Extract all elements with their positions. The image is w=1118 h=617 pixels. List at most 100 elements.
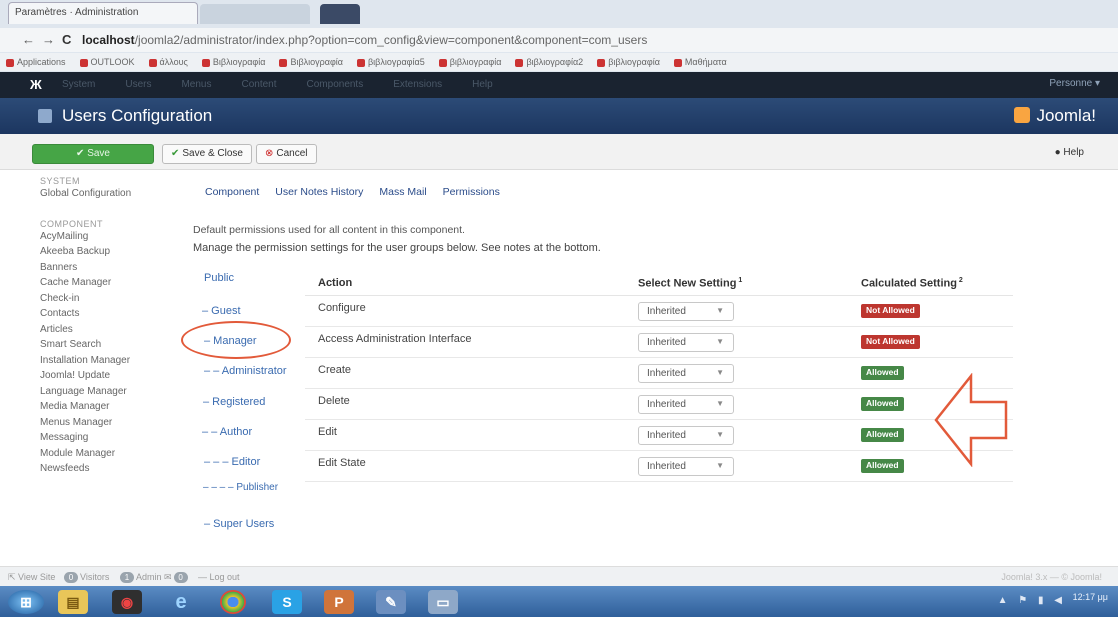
tab-item[interactable]: Mass Mail bbox=[379, 186, 426, 198]
bookmark-item[interactable]: βιβλιογραφία5 bbox=[356, 57, 425, 67]
bookmark-item[interactable]: βιβλιογραφία bbox=[597, 57, 660, 67]
sidebar-item[interactable]: Module Manager bbox=[40, 446, 160, 462]
sidebar-item[interactable]: AcyMailing bbox=[40, 229, 160, 245]
user-group-item[interactable]: – – Author bbox=[202, 426, 252, 438]
user-group-item[interactable]: Public bbox=[204, 272, 234, 284]
tab-item[interactable]: User Notes History bbox=[275, 186, 363, 198]
help-button[interactable]: ● Help bbox=[1047, 144, 1092, 164]
start-icon[interactable]: ⊞ bbox=[8, 590, 44, 614]
sidebar: SYSTEM Global Configuration COMPONENT Ac… bbox=[40, 176, 160, 477]
tab-item[interactable]: Component bbox=[205, 186, 259, 198]
sidebar-item[interactable]: Cache Manager bbox=[40, 275, 160, 291]
header-new-setting: Select New Setting 1 bbox=[638, 277, 743, 290]
user-group-item[interactable]: – – – Editor bbox=[204, 456, 260, 468]
sidebar-item[interactable]: Menus Manager bbox=[40, 415, 160, 431]
chevron-down-icon: ▼ bbox=[716, 306, 724, 315]
back-icon[interactable]: ← bbox=[22, 32, 35, 47]
cancel-button[interactable]: ⊗ Cancel bbox=[256, 144, 317, 164]
sidebar-item[interactable]: Installation Manager bbox=[40, 353, 160, 369]
admin-status[interactable]: 1 Admin bbox=[118, 572, 162, 583]
bookmark-item[interactable]: Βιβλιογραφία bbox=[201, 57, 265, 67]
user-group-item[interactable]: – Super Users bbox=[204, 518, 274, 530]
bookmark-icon bbox=[79, 58, 88, 67]
sidebar-item[interactable]: Articles bbox=[40, 322, 160, 338]
bookmark-item[interactable]: OUTLOOK bbox=[79, 57, 135, 67]
admin-menu-item[interactable]: Help bbox=[472, 79, 493, 90]
admin-menu-item[interactable]: Menus bbox=[181, 79, 211, 90]
user-group-item[interactable]: – Guest bbox=[202, 305, 241, 317]
forward-icon[interactable]: → bbox=[42, 32, 55, 47]
allowed-badge: Allowed bbox=[861, 428, 904, 442]
user-group-item[interactable]: – Registered bbox=[203, 396, 265, 408]
admin-menu-item[interactable]: Users bbox=[125, 79, 151, 90]
browser-tab[interactable]: Paramètres · Administration bbox=[8, 2, 198, 24]
sidebar-item[interactable]: Joomla! Update bbox=[40, 368, 160, 384]
bookmark-label: OUTLOOK bbox=[90, 57, 135, 67]
reload-icon[interactable]: C bbox=[62, 32, 71, 47]
url-text[interactable]: localhost/joomla2/administrator/index.ph… bbox=[82, 33, 647, 47]
admin-menu-item[interactable]: Content bbox=[241, 79, 276, 90]
user-group-item[interactable]: – – Administrator bbox=[204, 365, 287, 377]
bookmark-icon bbox=[148, 58, 157, 67]
annotation-circle bbox=[181, 321, 291, 359]
save-close-button[interactable]: ✔ Save & Close bbox=[162, 144, 252, 164]
system-tray[interactable]: ▲ ⚑ ▮ ◀ bbox=[998, 595, 1066, 606]
admin-menu-item[interactable]: System bbox=[62, 79, 95, 90]
sidebar-item[interactable]: Newsfeeds bbox=[40, 461, 160, 477]
setting-select[interactable]: Inherited ▼ bbox=[638, 364, 734, 383]
allowed-badge: Allowed bbox=[861, 366, 904, 380]
tab-item[interactable]: Permissions bbox=[443, 186, 500, 198]
page-header: Users Configuration Joomla! bbox=[0, 98, 1118, 134]
sidebar-item[interactable]: Messaging bbox=[40, 430, 160, 446]
admin-menu-item[interactable]: Components bbox=[307, 79, 364, 90]
tab-title: Paramètres · Administration bbox=[15, 7, 139, 18]
table-row: Access Administration Interface Inherited… bbox=[305, 327, 1013, 358]
bookmark-item[interactable]: Βιβλιογραφία bbox=[279, 57, 343, 67]
sidebar-item[interactable]: Smart Search bbox=[40, 337, 160, 353]
setting-select[interactable]: Inherited ▼ bbox=[638, 302, 734, 321]
powerpoint-icon[interactable]: P bbox=[324, 590, 354, 614]
setting-select[interactable]: Inherited ▼ bbox=[638, 457, 734, 476]
sidebar-item[interactable]: Global Configuration bbox=[40, 186, 160, 202]
joomla-logo-icon bbox=[1014, 107, 1031, 123]
setting-select[interactable]: Inherited ▼ bbox=[638, 426, 734, 445]
browser-tab-2[interactable] bbox=[200, 4, 310, 24]
user-menu[interactable]: Personne ▾ bbox=[1049, 78, 1100, 89]
allowed-badge: Allowed bbox=[861, 397, 904, 411]
paint-icon[interactable]: ✎ bbox=[376, 590, 406, 614]
bookmark-icon bbox=[673, 58, 682, 67]
sidebar-item[interactable]: Banners bbox=[40, 260, 160, 276]
explorer-icon[interactable]: ▤ bbox=[58, 590, 88, 614]
user-group-item[interactable]: – – – – Publisher bbox=[203, 482, 278, 493]
table-row: Configure Inherited ▼ Not Allowed bbox=[305, 296, 1013, 327]
save-button[interactable]: ✔ Save bbox=[32, 144, 154, 164]
chrome-icon[interactable] bbox=[220, 590, 246, 614]
admin-label: Admin bbox=[136, 572, 162, 582]
bookmark-label: Μαθήματα bbox=[684, 57, 727, 67]
messages-status[interactable]: ✉ 0 bbox=[164, 572, 190, 583]
ie-icon[interactable]: e bbox=[166, 590, 196, 614]
view-site-link[interactable]: ⇱ View Site bbox=[8, 572, 55, 583]
bookmark-item[interactable]: βιβλιογραφία bbox=[438, 57, 501, 67]
joomla-x-logo[interactable]: Ж bbox=[30, 77, 42, 92]
bookmark-item[interactable]: βιβλιογραφία2 bbox=[515, 57, 583, 67]
setting-select[interactable]: Inherited ▼ bbox=[638, 333, 734, 352]
annotation-arrow-icon bbox=[934, 373, 1008, 467]
sidebar-item[interactable]: Contacts bbox=[40, 306, 160, 322]
sidebar-item[interactable]: Language Manager bbox=[40, 384, 160, 400]
setting-select[interactable]: Inherited ▼ bbox=[638, 395, 734, 414]
window-icon[interactable]: ▭ bbox=[428, 590, 458, 614]
sidebar-item[interactable]: Akeeba Backup bbox=[40, 244, 160, 260]
sidebar-item[interactable]: Check-in bbox=[40, 291, 160, 307]
visitors-status[interactable]: 0 Visitors bbox=[62, 572, 109, 583]
media-player-icon[interactable]: ◉ bbox=[112, 590, 142, 614]
bookmark-item[interactable]: Μαθήματα bbox=[673, 57, 727, 67]
sidebar-item[interactable]: Media Manager bbox=[40, 399, 160, 415]
chevron-down-icon: ▼ bbox=[716, 399, 724, 408]
skype-icon[interactable]: S bbox=[272, 590, 302, 614]
bookmark-item[interactable]: Applications bbox=[6, 57, 66, 67]
browser-tab-3[interactable] bbox=[320, 4, 360, 24]
admin-menu-item[interactable]: Extensions bbox=[393, 79, 442, 90]
logout-link[interactable]: — Log out bbox=[198, 572, 240, 582]
bookmark-item[interactable]: άλλους bbox=[148, 57, 188, 67]
